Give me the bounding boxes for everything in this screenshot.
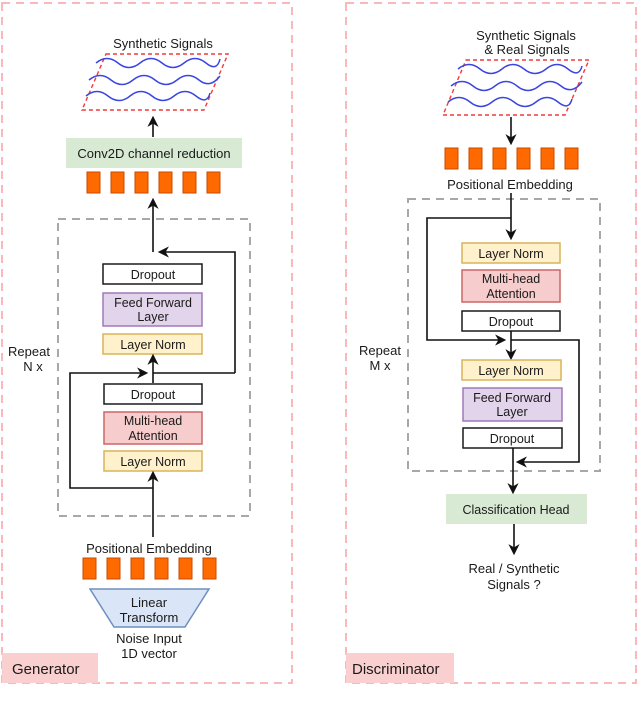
embedding-token (154, 557, 169, 580)
discriminator-feed-forward-label-2: Layer (496, 405, 527, 419)
generator-output-title: Synthetic Signals (113, 36, 213, 51)
embedding-token (158, 171, 173, 194)
signal-wave (450, 80, 583, 92)
embedding-token (202, 557, 217, 580)
generator-mha-label-2: Attention (128, 429, 177, 443)
generator-repeat-count: N x (23, 359, 43, 374)
embedding-token (178, 557, 193, 580)
discriminator-repeat-label: Repeat (359, 343, 401, 358)
discriminator-panel: Discriminator Synthetic Signals & Real S… (345, 2, 637, 684)
embedding-token (468, 147, 483, 170)
generator-panel: Generator Synthetic Signals Conv2D chann… (1, 2, 293, 684)
discriminator-dropout-1-label: Dropout (489, 315, 534, 329)
linear-transform-label: Linear (131, 595, 168, 610)
signal-wave (457, 63, 583, 75)
generator-input-tokens (82, 557, 217, 580)
embedding-token (110, 171, 125, 194)
discriminator-dropout-2-label: Dropout (490, 432, 535, 446)
discriminator-positional-embedding-label: Positional Embedding (447, 177, 573, 192)
embedding-token (492, 147, 507, 170)
embedding-token (130, 557, 145, 580)
generator-feed-forward-label-2: Layer (137, 310, 168, 324)
signal-wave (447, 96, 573, 108)
discriminator-feed-forward-label: Feed Forward (473, 391, 551, 405)
embedding-token (82, 557, 97, 580)
conv2d-label: Conv2D channel reduction (77, 146, 230, 161)
discriminator-input-title: Synthetic Signals (476, 28, 576, 43)
discriminator-repeat-count: M x (370, 358, 391, 373)
classification-head-label: Classification Head (463, 503, 570, 517)
discriminator-mha-label-2: Attention (486, 287, 535, 301)
signal-wave (85, 90, 211, 102)
embedding-token (134, 171, 149, 194)
embedding-token (516, 147, 531, 170)
generator-dropout-1-label: Dropout (131, 388, 176, 402)
discriminator-mha-label: Multi-head (482, 272, 540, 286)
discriminator-layer-norm-2-label: Layer Norm (478, 364, 543, 378)
generator-signal-plate (80, 53, 230, 111)
embedding-token (106, 557, 121, 580)
signal-wave (88, 74, 221, 86)
embedding-token (206, 171, 221, 194)
discriminator-output-label: Real / Synthetic (468, 561, 560, 576)
discriminator-output-label-2: Signals ? (487, 577, 540, 592)
discriminator-input-title-2: & Real Signals (484, 42, 570, 57)
gan-transformer-diagram: Generator Synthetic Signals Conv2D chann… (1, 2, 637, 684)
embedding-token (540, 147, 555, 170)
discriminator-label: Discriminator (352, 661, 440, 678)
embedding-token (564, 147, 579, 170)
linear-transform-label-2: Transform (120, 610, 179, 625)
signal-wave (95, 57, 221, 69)
generator-repeat-label: Repeat (8, 344, 50, 359)
generator-feed-forward-label: Feed Forward (114, 296, 192, 310)
generator-dropout-2-label: Dropout (131, 268, 176, 282)
generator-layer-norm-1-label: Layer Norm (120, 455, 185, 469)
noise-input-label: Noise Input (116, 631, 182, 646)
generator-positional-embedding-label: Positional Embedding (86, 541, 212, 556)
noise-input-label-2: 1D vector (121, 646, 177, 661)
generator-output-tokens (86, 171, 221, 194)
generator-label: Generator (12, 661, 80, 678)
embedding-token (182, 171, 197, 194)
generator-mha-label: Multi-head (124, 414, 182, 428)
embedding-token (444, 147, 459, 170)
discriminator-input-tokens (444, 147, 579, 170)
discriminator-signal-plate (441, 59, 591, 116)
embedding-token (86, 171, 101, 194)
generator-layer-norm-2-label: Layer Norm (120, 338, 185, 352)
discriminator-layer-norm-1-label: Layer Norm (478, 247, 543, 261)
